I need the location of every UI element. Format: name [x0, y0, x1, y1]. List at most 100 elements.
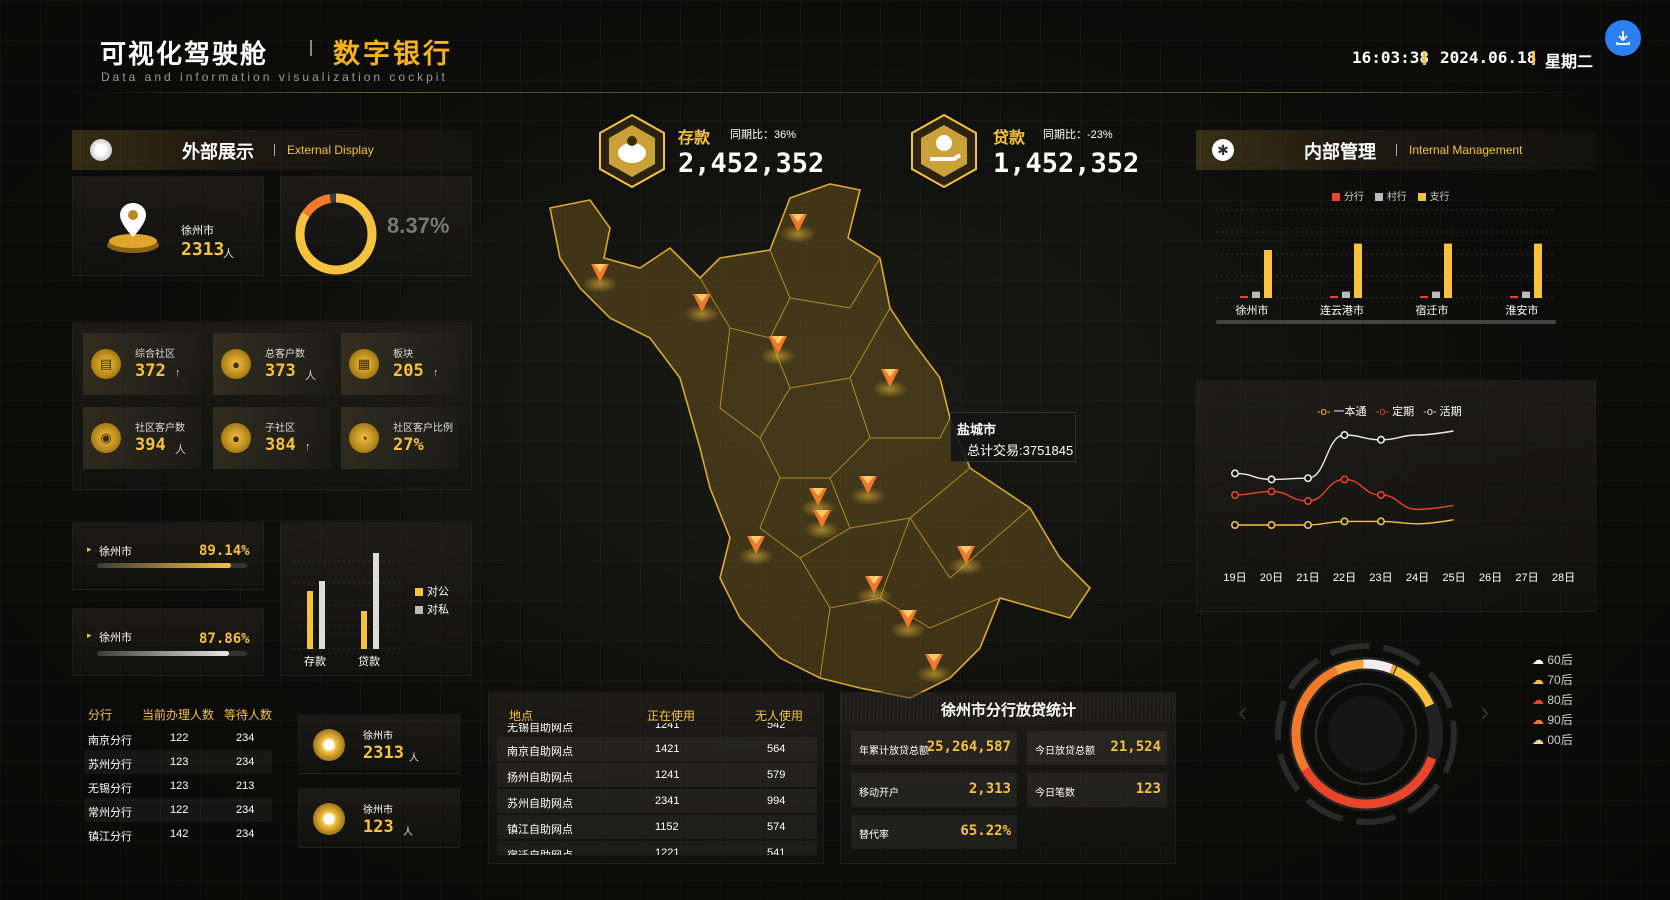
progress-value: 89.14%: [199, 543, 250, 559]
tile-community: ▤ 综合社区 372 ↑: [83, 333, 201, 395]
progress-fill: [97, 563, 231, 568]
bar: [319, 581, 325, 649]
legend-label: 对私: [427, 604, 449, 616]
table-row: 无锡自助网点 1241 542: [507, 723, 786, 734]
table-row: 镇江自助网点 1152 574: [497, 815, 817, 839]
tile-sub-community: ● 子社区 384 ↑: [213, 407, 331, 469]
table-header: 当前办理人数: [142, 708, 215, 722]
bar: [1240, 296, 1248, 298]
mini-card-unit: 人: [403, 827, 413, 838]
mini-card-value: 2313: [363, 743, 404, 763]
bar: [1252, 291, 1260, 298]
data-point: [1230, 521, 1239, 530]
data-point: [1304, 474, 1313, 483]
tile-unit: 人: [175, 444, 186, 456]
loan-stat-label: 今日放贷总额: [1035, 746, 1095, 757]
progress-city: 徐州市: [99, 632, 132, 644]
loan-stat-item: 替代率 65.22%: [851, 815, 1017, 849]
download-button[interactable]: [1605, 20, 1641, 56]
tile-value: 384: [265, 435, 296, 455]
legend-label: 60后: [1547, 653, 1573, 667]
table-row: 宿迁自助网点1221541: [497, 841, 817, 855]
mini-card-unit: 人: [409, 753, 419, 764]
table-header: 分行: [88, 708, 113, 722]
location-pin-icon: [107, 203, 159, 253]
progress-value: 87.86%: [199, 631, 250, 647]
data-point: [1267, 521, 1276, 530]
loan-stats-title: 徐州市分行放贷统计: [941, 702, 1077, 719]
donut-percent: 8.37%: [387, 213, 450, 238]
stats-tiles-panel: ▤ 综合社区 372 ↑ ● 总客户数 373 人 ▦ 板块 205 ↑ ◉ 社…: [72, 322, 472, 490]
bar: [1534, 243, 1542, 298]
city-card: 徐州市 2313 人: [72, 176, 264, 276]
header-divider: [70, 92, 1600, 93]
location-icon: [313, 803, 345, 835]
bar: [1522, 291, 1530, 298]
tick-label: 贷款: [358, 654, 380, 668]
bar-legend-2: 对私: [415, 601, 449, 617]
chart-scrollbar[interactable]: [1216, 320, 1556, 324]
user-icon: ●: [221, 423, 251, 453]
tick-label: 22日: [1333, 572, 1356, 584]
tooltip-city: 盐城市: [957, 422, 997, 437]
loan-stat-value: 2,313: [968, 781, 1011, 797]
pie-icon: [90, 139, 112, 161]
loan-stat-item: 今日放贷总额 21,524: [1027, 731, 1167, 765]
city-name: 徐州市: [181, 225, 214, 237]
tile-unit: ↑: [433, 367, 439, 379]
deposit-value: 2,452,352: [678, 148, 825, 179]
tile-community-customers: ◉ 社区客户数 394 人: [83, 407, 201, 469]
loan-stat-label: 今日笔数: [1035, 788, 1075, 799]
clock-weekday: 星期二: [1545, 54, 1594, 71]
tick-label: 淮安市: [1506, 303, 1539, 317]
external-title: 外部展示: [182, 142, 254, 162]
atm-table: 地点 正在使用 无人使用 无锡自助网点 1241 542 南京自助网点 1421 564…: [488, 692, 824, 864]
tile-label: 综合社区: [135, 349, 175, 360]
bar: [1330, 296, 1338, 298]
tile-label: 社区客户数: [135, 423, 185, 434]
table-header: 地点: [509, 709, 534, 723]
bar: [1444, 243, 1452, 298]
title-divider: [310, 40, 312, 56]
legend-label: 70后: [1547, 673, 1573, 687]
bar: [1420, 296, 1428, 298]
tile-value: 27%: [393, 435, 424, 455]
tile-customers: ● 总客户数 373 人: [213, 333, 331, 395]
tile-customer-ratio: ◔ 社区客户比例 27%: [341, 407, 459, 469]
tooltip-value: 总计交易:3751845: [967, 443, 1074, 458]
data-point: [1230, 469, 1239, 478]
table-row: 扬州自助网点 1241 579: [497, 763, 817, 787]
map-tooltip: 盐城市 总计交易:3751845: [950, 412, 1076, 462]
atm-table-scroll[interactable]: 无锡自助网点 1241 542 南京自助网点 1421 564 扬州自助网点 1241 57…: [497, 723, 817, 855]
page-subtitle: 数字银行: [333, 39, 453, 69]
tile-value: 372: [135, 361, 166, 381]
bar: [1510, 296, 1518, 298]
table-header: 正在使用: [647, 709, 696, 723]
tick-label: 26日: [1479, 572, 1502, 584]
loan-stat-value: 65.22%: [960, 823, 1011, 839]
loan-stat-value: 123: [1135, 781, 1161, 797]
progress-track: [97, 651, 247, 656]
external-title-en: External Display: [287, 143, 374, 157]
tile-unit: ↑: [305, 441, 311, 453]
bar: [1264, 250, 1272, 298]
loan-label: 贷款: [993, 130, 1026, 147]
data-point: [1304, 497, 1313, 506]
tile-block: ▦ 板块 205 ↑: [341, 333, 459, 395]
mini-card-city: 徐州市: [363, 731, 393, 742]
location-icon: ◉: [91, 423, 121, 453]
loan-stat-value: 21,524: [1110, 739, 1161, 755]
document-icon: ▤: [91, 349, 121, 379]
internal-title-en: Internal Management: [1409, 143, 1523, 157]
loan-value: 1,452,352: [993, 148, 1140, 179]
tick-label: 连云港市: [1320, 303, 1364, 317]
city-value: 2313: [181, 239, 225, 260]
location-icon: [313, 729, 345, 761]
tick-label: 28日: [1552, 572, 1575, 584]
donut-chart: [295, 193, 377, 275]
chevron-right-icon: ▸: [87, 630, 92, 640]
table-row: 苏州分行 123 234: [84, 750, 272, 774]
bar: [1354, 243, 1362, 298]
bar: [307, 591, 313, 649]
download-icon: [1616, 31, 1630, 45]
